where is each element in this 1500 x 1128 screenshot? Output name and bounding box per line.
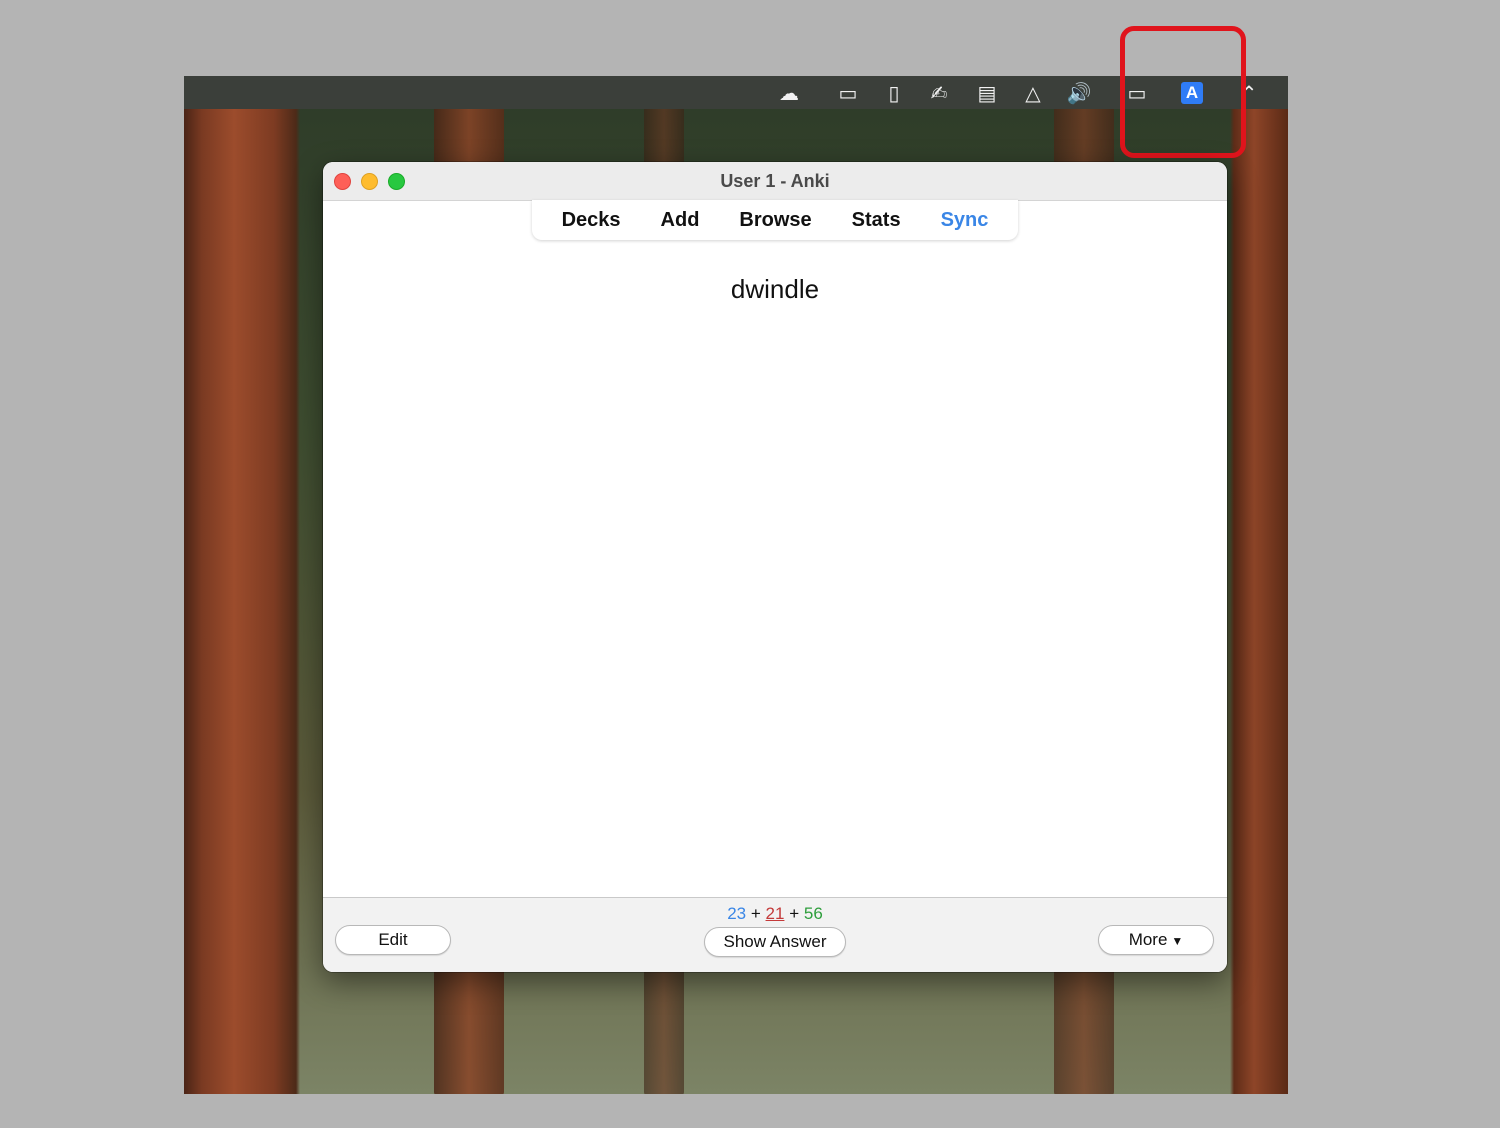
title-bar[interactable]: User 1 - Anki — [323, 162, 1227, 201]
review-bottom-bar: Edit 23 + 21 + 56 Show Answer More ▼ — [323, 897, 1227, 972]
clipboard-icon[interactable]: ▤ — [974, 80, 1000, 106]
anki-window: User 1 - Anki Decks Add Browse Stats Syn… — [323, 162, 1227, 972]
toolbar-stats[interactable]: Stats — [832, 209, 921, 232]
more-button[interactable]: More ▼ — [1098, 925, 1214, 955]
volume-icon[interactable]: 🔊 — [1066, 80, 1092, 106]
toolbar-decks[interactable]: Decks — [542, 209, 641, 232]
battery-icon[interactable]: ▭ — [1124, 80, 1150, 106]
more-label: More — [1128, 930, 1168, 949]
input-source-icon[interactable]: A — [1181, 82, 1203, 104]
window-title: User 1 - Anki — [720, 171, 830, 191]
card-view: dwindle — [323, 242, 1227, 897]
toolbar-sync[interactable]: Sync — [921, 209, 1009, 232]
caret-down-icon: ▼ — [1171, 934, 1184, 948]
review-count: 56 — [803, 904, 823, 923]
menu-bar: ☁ ▭ ▯ ✍ ▤ △ 🔊 ▭ A ⌃ — [184, 76, 1288, 109]
window-dots-icon[interactable]: ▭ — [835, 80, 861, 106]
toolbar-browse[interactable]: Browse — [719, 209, 831, 232]
count-separator: + — [750, 904, 761, 923]
drive-icon[interactable]: △ — [1020, 80, 1046, 106]
due-counts: 23 + 21 + 56 — [323, 904, 1227, 924]
wifi-icon[interactable]: ⌃ — [1236, 80, 1262, 106]
signature-icon[interactable]: ✍ — [926, 80, 952, 106]
edit-button[interactable]: Edit — [335, 925, 451, 955]
hat-icon[interactable]: ☁ — [776, 80, 802, 106]
show-answer-button[interactable]: Show Answer — [704, 927, 846, 957]
document-icon[interactable]: ▯ — [881, 80, 907, 106]
learn-count: 21 — [765, 904, 785, 923]
card-front-text: dwindle — [730, 274, 820, 304]
new-count: 23 — [727, 904, 747, 923]
main-toolbar: Decks Add Browse Stats Sync — [532, 200, 1018, 240]
count-separator: + — [789, 904, 800, 923]
toolbar-add[interactable]: Add — [641, 209, 720, 232]
